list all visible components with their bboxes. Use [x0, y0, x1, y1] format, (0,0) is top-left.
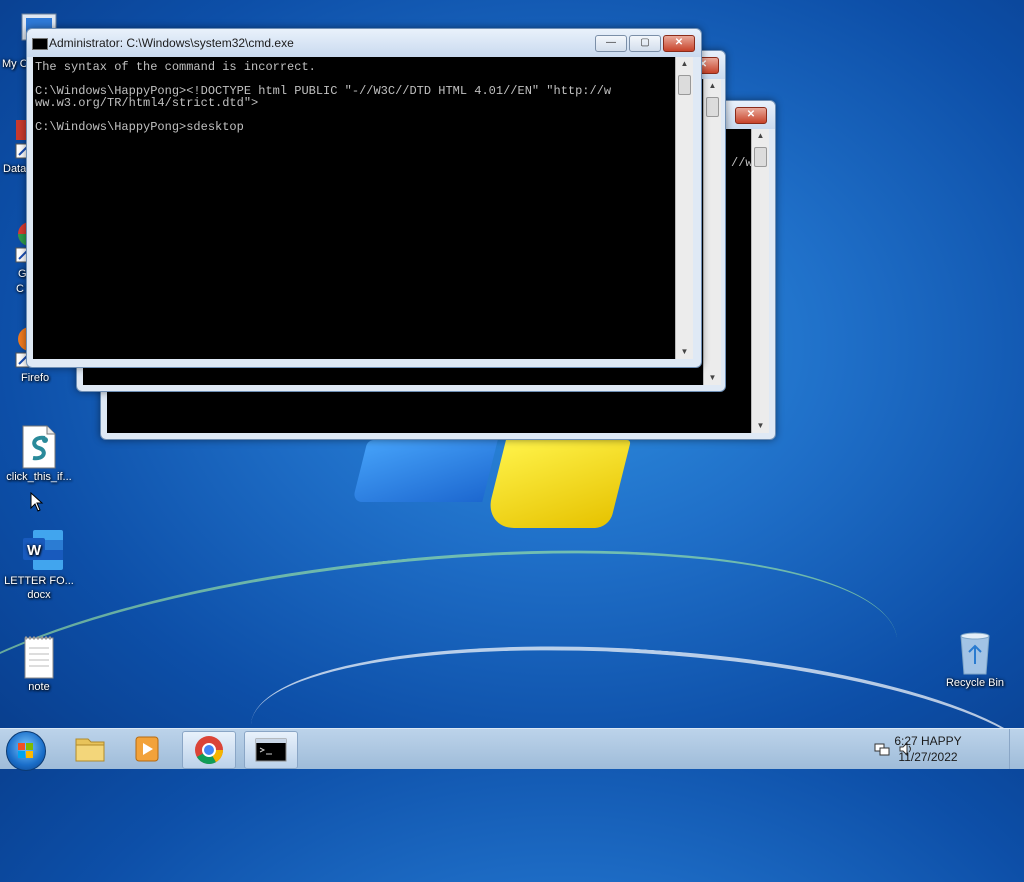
scroll-down-icon[interactable]: ▼ — [676, 345, 693, 359]
chrome-icon — [195, 736, 223, 764]
console-scrollbar[interactable]: ▲ ▼ — [675, 57, 693, 359]
taskbar-clock[interactable]: 6:27 HAPPY 11/27/2022 — [888, 733, 968, 765]
scroll-down-icon[interactable]: ▼ — [704, 371, 721, 385]
note-label: note — [28, 681, 50, 693]
console-fragment: //w — [731, 156, 751, 170]
letter-doc-label-2: docx — [27, 589, 51, 601]
my-computer-label: My C — [2, 58, 28, 70]
scroll-thumb[interactable] — [706, 97, 719, 117]
word-doc-icon: W — [19, 528, 63, 572]
windows-logo-icon — [18, 743, 34, 759]
taskbar-media-player-button[interactable] — [122, 731, 174, 767]
wallpaper-logo-yellow — [484, 440, 631, 528]
minimize-button[interactable]: — — [595, 35, 627, 52]
recycle-bin-icon[interactable]: Recycle Bin — [936, 630, 1014, 690]
data-shortcut-label: Data — [3, 163, 27, 175]
maximize-button[interactable]: ▢ — [629, 35, 661, 52]
console-line: C:\Windows\HappyPong>sdesktop — [35, 120, 244, 134]
taskbar-explorer-button[interactable] — [64, 731, 116, 767]
note-icon[interactable]: note — [0, 634, 78, 694]
taskbar-chrome-button[interactable] — [182, 731, 236, 769]
scroll-up-icon[interactable]: ▲ — [752, 129, 769, 143]
scroll-up-icon[interactable]: ▲ — [704, 79, 721, 93]
console-line: The syntax of the command is incorrect. — [35, 60, 316, 74]
scroll-up-icon[interactable]: ▲ — [676, 57, 693, 71]
window-title: Administrator: C:\Windows\system32\cmd.e… — [49, 36, 294, 50]
system-tray: 6:27 HAPPY 11/27/2022 — [864, 729, 1024, 769]
text-file-icon — [19, 634, 59, 679]
trash-icon — [955, 630, 995, 675]
script-file-icon — [19, 424, 59, 469]
firefox-label: Firefo — [21, 372, 50, 384]
svg-text:W: W — [27, 542, 42, 559]
cmd-window-back-2-scrollbar[interactable]: ▲ ▼ — [751, 129, 769, 433]
taskbar: 6:27 HAPPY 11/27/2022 — [0, 728, 1024, 771]
letter-doc-label-1: LETTER FO... — [4, 575, 74, 587]
cmd-icon — [255, 738, 287, 762]
click-this-file-icon[interactable]: click_this_if... — [0, 424, 78, 484]
clock-time: 6:27 HAPPY — [894, 734, 962, 748]
show-desktop-button[interactable] — [1009, 729, 1024, 769]
clock-date: 11/27/2022 — [898, 750, 958, 764]
close-button[interactable]: ✕ — [663, 35, 695, 52]
cmd-window-front[interactable]: Administrator: C:\Windows\system32\cmd.e… — [26, 28, 702, 368]
cmd-app-icon — [32, 38, 48, 50]
scroll-thumb[interactable] — [678, 75, 691, 95]
start-button[interactable] — [6, 731, 46, 771]
taskbar-cmd-button[interactable] — [244, 731, 298, 769]
scroll-thumb[interactable] — [754, 147, 767, 167]
cmd-window-back-1-scrollbar[interactable]: ▲ ▼ — [703, 79, 721, 385]
cmd-window-back-2-close-button[interactable]: ✕ — [735, 107, 767, 124]
recycle-bin-label: Recycle Bin — [945, 677, 1005, 689]
media-player-icon — [135, 736, 159, 762]
scroll-down-icon[interactable]: ▼ — [752, 419, 769, 433]
folder-icon — [75, 738, 105, 762]
chrome-label-2: C — [16, 283, 24, 295]
console-line: ww.w3.org/TR/html4/strict.dtd"> — [35, 96, 259, 110]
console-output[interactable]: The syntax of the command is incorrect. … — [33, 57, 675, 359]
click-this-file-label: click_this_if... — [6, 471, 72, 483]
mouse-cursor-icon — [30, 491, 44, 517]
wallpaper-logo-blue — [352, 440, 498, 502]
letter-doc-icon[interactable]: W LETTER FO... docx — [0, 528, 78, 602]
